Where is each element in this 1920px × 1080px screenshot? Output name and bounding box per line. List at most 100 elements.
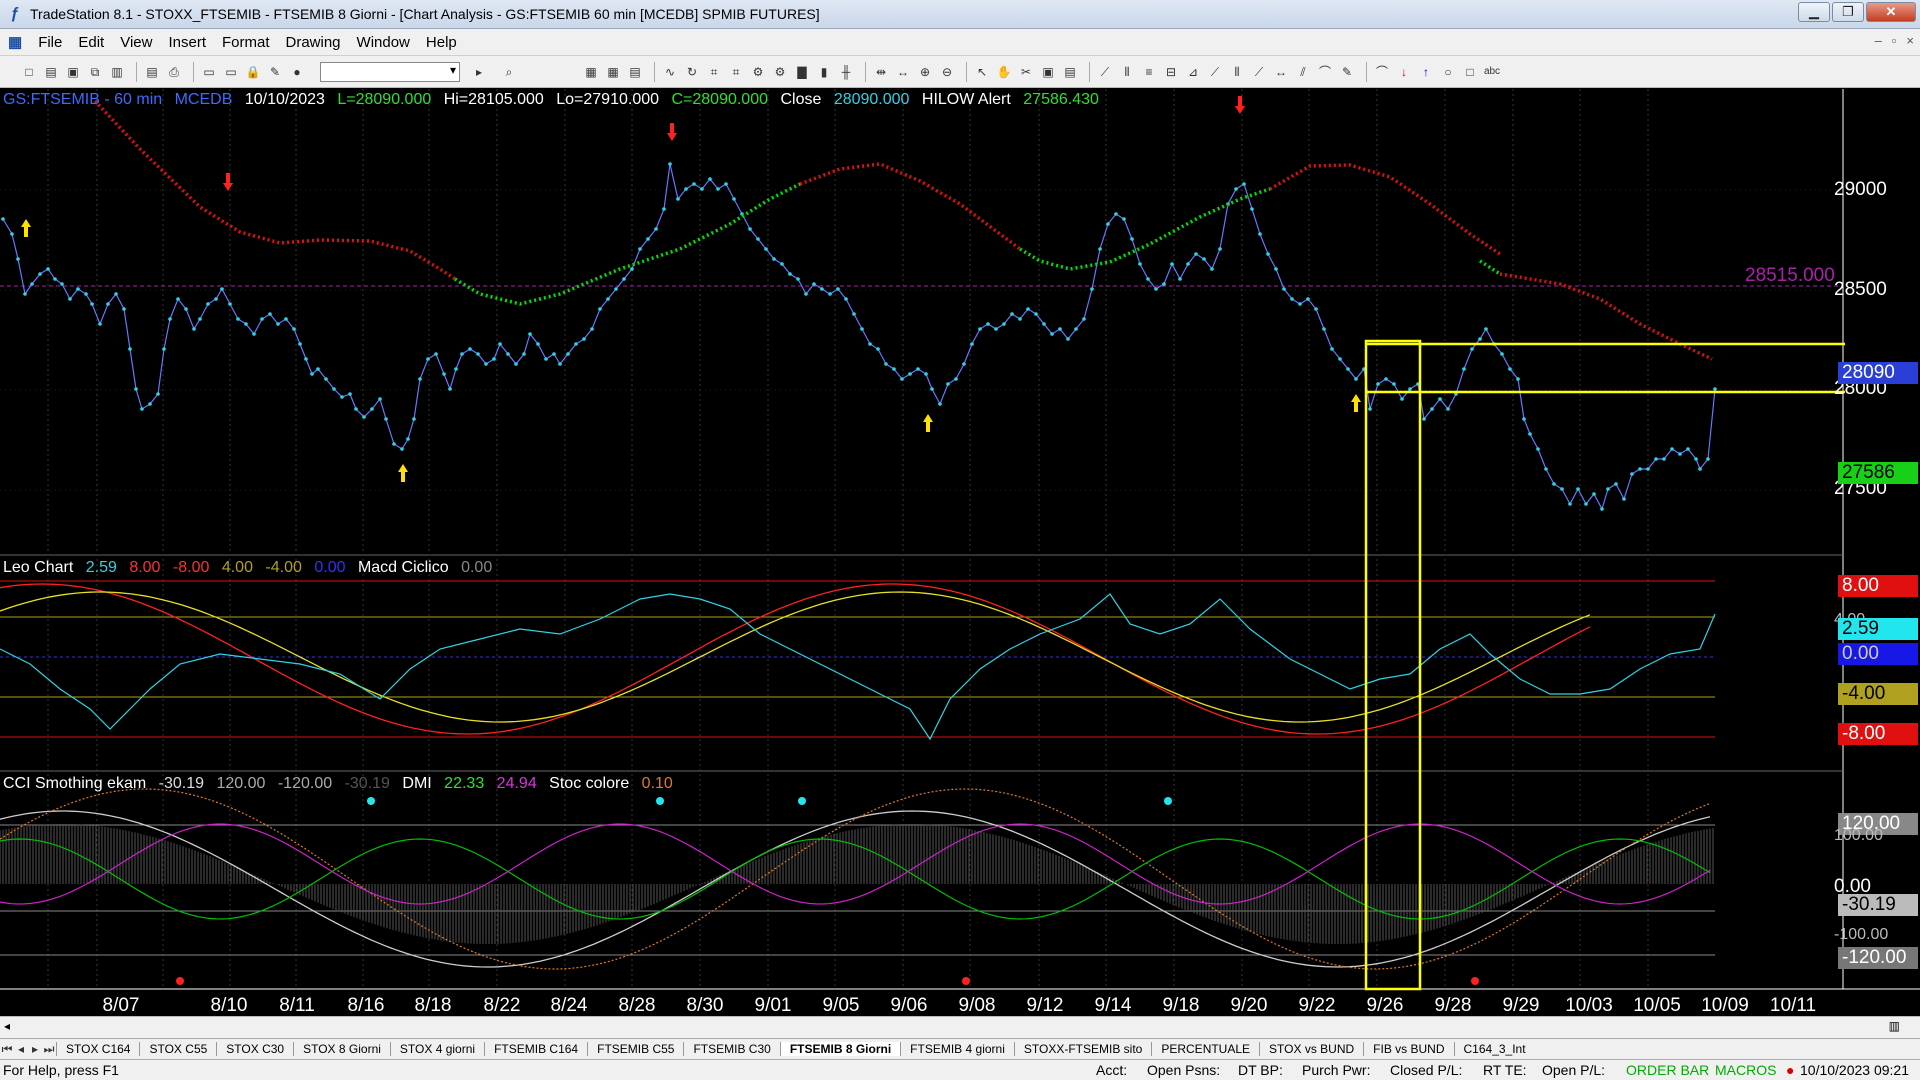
vertical-lines-icon[interactable]: ⦀ — [1118, 63, 1136, 81]
indicator-icon[interactable]: ⚙ — [749, 63, 767, 81]
ohlc-icon[interactable]: ╫ — [837, 63, 855, 81]
menu-help[interactable]: Help — [418, 34, 465, 51]
print-icon[interactable]: ⎙ — [165, 63, 183, 81]
menu-view[interactable]: View — [112, 34, 160, 51]
tab-stox-vs-bund[interactable]: STOX vs BUND — [1259, 1042, 1363, 1056]
status-order-bar[interactable]: ORDER BAR — [1626, 1062, 1709, 1078]
zoom-out-icon[interactable]: ⊖ — [938, 63, 956, 81]
pointer-icon[interactable]: ↖ — [973, 63, 991, 81]
copy-icon[interactable]: ⧉ — [86, 63, 104, 81]
scroll-left-icon[interactable]: ◂ — [4, 1019, 10, 1033]
mdi-restore-icon[interactable]: ▫ — [1892, 33, 1897, 48]
status-macros[interactable]: MACROS — [1715, 1062, 1776, 1078]
channel-icon[interactable]: ⊟ — [1162, 63, 1180, 81]
pen-icon[interactable]: ✎ — [1338, 63, 1356, 81]
tab-ftsemib-4-giorni[interactable]: FTSEMIB 4 giorni — [900, 1042, 1014, 1056]
tab-stox-4-giorni[interactable]: STOX 4 giorni — [389, 1042, 484, 1056]
andrews-icon[interactable]: ⟋ — [1250, 63, 1268, 81]
fib-icon[interactable]: ⟋ — [1206, 63, 1224, 81]
tab-ftsemib-c164[interactable]: FTSEMIB C164 — [484, 1042, 587, 1056]
data-icon[interactable]: ▤ — [1061, 63, 1079, 81]
rectangle-icon[interactable]: □ — [1461, 63, 1479, 81]
curve-icon[interactable]: ⌒ — [1373, 63, 1391, 81]
save-icon[interactable]: ▣ — [64, 63, 82, 81]
globe-icon[interactable]: ● — [288, 63, 306, 81]
bar-icon[interactable]: ▇ — [793, 63, 811, 81]
hand-icon[interactable]: ✋ — [995, 63, 1013, 81]
table-icon[interactable]: ▤ — [626, 63, 644, 81]
tab-ftsemib-c30[interactable]: FTSEMIB C30 — [683, 1042, 779, 1056]
open-icon[interactable]: ▤ — [42, 63, 60, 81]
tab-last-icon[interactable]: ⏭ — [42, 1042, 56, 1057]
text-tool-icon[interactable]: abc — [1483, 63, 1501, 81]
price-dot — [1058, 327, 1062, 331]
snap-icon[interactable]: ▣ — [1039, 63, 1057, 81]
document-icon[interactable]: ▦ — [0, 33, 30, 51]
tools-icon[interactable]: ✂ — [1017, 63, 1035, 81]
tab-stox-c164[interactable]: STOX C164 — [56, 1042, 139, 1056]
lock-icon[interactable]: 🔒 — [244, 63, 262, 81]
window-tile-icon[interactable]: ▭ — [222, 63, 240, 81]
arrow-up-icon[interactable]: ↑ — [1417, 63, 1435, 81]
menu-drawing[interactable]: Drawing — [278, 34, 349, 51]
tab-percentuale[interactable]: PERCENTUALE — [1151, 1042, 1259, 1056]
tab-stox-8-giorni[interactable]: STOX 8 Giorni — [293, 1042, 390, 1056]
trendline-icon[interactable]: ⟋ — [1096, 63, 1114, 81]
mdi-minimize-icon[interactable]: – — [1875, 33, 1882, 48]
maximize-button[interactable]: ❐ — [1832, 2, 1864, 22]
tab-ftsemib-8-giorni[interactable]: FTSEMIB 8 Giorni — [779, 1042, 901, 1056]
scroll-right-icon[interactable]: ▥ — [1889, 1019, 1900, 1033]
horizontal-lines-icon[interactable]: ≡ — [1140, 63, 1158, 81]
tab-ftsemib-c55[interactable]: FTSEMIB C55 — [587, 1042, 683, 1056]
refresh-icon[interactable]: ↻ — [683, 63, 701, 81]
shift-icon[interactable]: ⇹ — [872, 63, 890, 81]
strategy-icon[interactable]: ⚙ — [771, 63, 789, 81]
extend-icon[interactable]: ↔ — [1272, 63, 1290, 81]
symbol-dropdown[interactable] — [320, 61, 460, 82]
find-icon[interactable]: ⌕ — [500, 63, 518, 81]
ellipse-icon[interactable]: ○ — [1439, 63, 1457, 81]
window-icon[interactable]: ▭ — [200, 63, 218, 81]
tab-fib-vs-bund[interactable]: FIB vs BUND — [1363, 1042, 1453, 1056]
mdi-close-icon[interactable]: × — [1906, 33, 1914, 48]
x-tick-label: 10/11 — [1769, 995, 1817, 1016]
chart-icon[interactable]: ✎ — [266, 63, 284, 81]
menu-insert[interactable]: Insert — [160, 34, 214, 51]
tab-prev-icon[interactable]: ◂ — [14, 1042, 28, 1056]
tab-next-icon[interactable]: ▸ — [28, 1042, 42, 1056]
print-preview-icon[interactable]: ▤ — [143, 63, 161, 81]
tab-stox-c30[interactable]: STOX C30 — [216, 1042, 293, 1056]
candle-icon[interactable]: ▮ — [815, 63, 833, 81]
menu-window[interactable]: Window — [349, 34, 418, 51]
chart-area[interactable]: GS:FTSEMIB - 60 min MCEDB 10/10/2023 L=2… — [0, 89, 1920, 1016]
chart-canvas[interactable] — [0, 89, 1920, 1010]
menu-format[interactable]: Format — [214, 34, 278, 51]
close-button[interactable]: ✕ — [1866, 2, 1916, 22]
tab-stoxx-ftsemib-sito[interactable]: STOXX-FTSEMIB sito — [1013, 1042, 1151, 1056]
expand-icon[interactable]: ↔ — [894, 63, 912, 81]
minimize-button[interactable]: ▁ — [1798, 2, 1830, 22]
grid2-icon[interactable]: ▦ — [604, 63, 622, 81]
menu-file[interactable]: File — [30, 34, 70, 51]
status-datetime: 10/10/2023 09:21 — [1800, 1062, 1909, 1078]
arc-icon[interactable]: ⌒ — [1316, 63, 1334, 81]
format-icon[interactable]: ⌗ — [705, 63, 723, 81]
style-icon[interactable]: ⌗ — [727, 63, 745, 81]
gann-icon[interactable]: ⊿ — [1184, 63, 1202, 81]
menu-edit[interactable]: Edit — [70, 34, 112, 51]
zoom-in-icon[interactable]: ⊕ — [916, 63, 934, 81]
price-dot — [788, 272, 792, 276]
tab-stox-c55[interactable]: STOX C55 — [139, 1042, 216, 1056]
paste-icon[interactable]: ▥ — [108, 63, 126, 81]
horizontal-scrollbar[interactable]: ◂ ▥ — [0, 1016, 1920, 1038]
tab-first-icon[interactable]: ⏮ — [0, 1042, 14, 1057]
speed-lines-icon[interactable]: ⦀ — [1228, 63, 1246, 81]
grid-icon[interactable]: ▦ — [582, 63, 600, 81]
arrow-right-icon[interactable]: ▸ — [470, 63, 488, 81]
arrow-down-icon[interactable]: ↓ — [1395, 63, 1413, 81]
regression-icon[interactable]: ⫽ — [1294, 63, 1312, 81]
x-tick-label: 10/05 — [1633, 995, 1681, 1016]
wave-icon[interactable]: ∿ — [661, 63, 679, 81]
tab-c164-3-int[interactable]: C164_3_Int — [1453, 1042, 1535, 1056]
new-icon[interactable]: □ — [20, 63, 38, 81]
